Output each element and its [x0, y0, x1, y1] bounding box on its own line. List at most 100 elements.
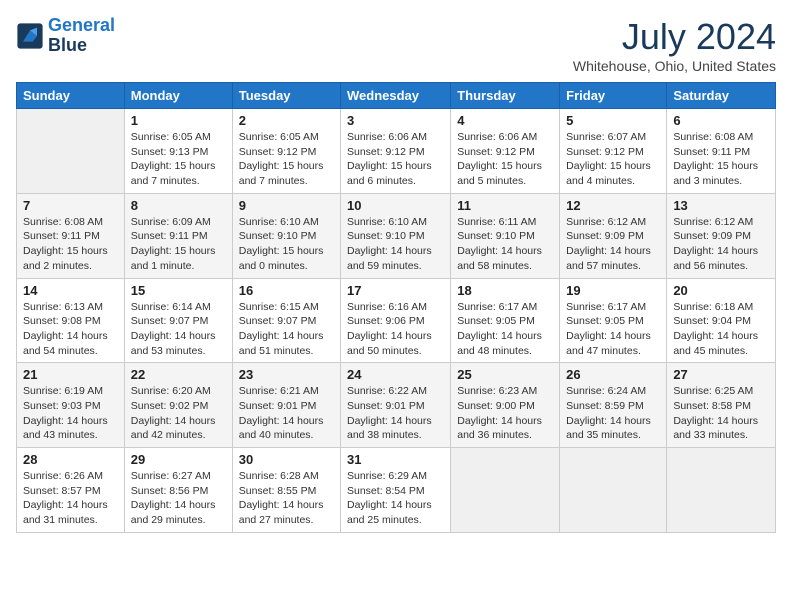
calendar-cell: 10 Sunrise: 6:10 AMSunset: 9:10 PMDayligh… — [341, 193, 451, 278]
day-number: 29 — [131, 452, 226, 467]
day-number: 23 — [239, 367, 334, 382]
calendar-cell: 30 Sunrise: 6:28 AMSunset: 8:55 PMDayligh… — [232, 448, 340, 533]
calendar-cell: 28Sunrise: 6:26 AMSunset: 8:57 PMDayligh… — [17, 448, 125, 533]
day-info: Sunrise: 6:29 AMSunset: 8:54 PMDaylight:… — [347, 469, 444, 528]
day-number: 10 — [347, 198, 444, 213]
day-number: 27 — [673, 367, 769, 382]
day-info: Sunrise: 6:23 AMSunset: 9:00 PMDaylight:… — [457, 384, 553, 443]
weekday-header: Saturday — [667, 83, 776, 109]
calendar-cell: 9 Sunrise: 6:10 AMSunset: 9:10 PMDaylight… — [232, 193, 340, 278]
day-info: Sunrise: 6:15 AMSunset: 9:07 PMDaylight:… — [239, 300, 334, 359]
day-info: Sunrise: 6:18 AMSunset: 9:04 PMDaylight:… — [673, 300, 769, 359]
weekday-header: Thursday — [451, 83, 560, 109]
calendar-cell: 24 Sunrise: 6:22 AMSunset: 9:01 PMDayligh… — [341, 363, 451, 448]
calendar-cell: 27 Sunrise: 6:25 AMSunset: 8:58 PMDayligh… — [667, 363, 776, 448]
day-info: Sunrise: 6:24 AMSunset: 8:59 PMDaylight:… — [566, 384, 660, 443]
day-number: 30 — [239, 452, 334, 467]
calendar-cell: 26Sunrise: 6:24 AMSunset: 8:59 PMDayligh… — [560, 363, 667, 448]
day-info: Sunrise: 6:05 AMSunset: 9:13 PMDaylight:… — [131, 130, 226, 189]
day-info: Sunrise: 6:13 AMSunset: 9:08 PMDaylight:… — [23, 300, 118, 359]
day-number: 3 — [347, 113, 444, 128]
title-block: July 2024 Whitehouse, Ohio, United State… — [573, 16, 776, 74]
calendar-cell: 3Sunrise: 6:06 AMSunset: 9:12 PMDaylight… — [341, 109, 451, 194]
weekday-header: Sunday — [17, 83, 125, 109]
logo-icon — [16, 22, 44, 50]
calendar-cell: 15 Sunrise: 6:14 AMSunset: 9:07 PMDayligh… — [124, 278, 232, 363]
day-info: Sunrise: 6:17 AMSunset: 9:05 PMDaylight:… — [457, 300, 553, 359]
calendar-cell: 2Sunrise: 6:05 AMSunset: 9:12 PMDaylight… — [232, 109, 340, 194]
day-number: 24 — [347, 367, 444, 382]
calendar-header: SundayMondayTuesdayWednesdayThursdayFrid… — [17, 83, 776, 109]
day-number: 12 — [566, 198, 660, 213]
calendar-cell: 6Sunrise: 6:08 AMSunset: 9:11 PMDaylight… — [667, 109, 776, 194]
calendar-cell: 5 Sunrise: 6:07 AMSunset: 9:12 PMDaylight… — [560, 109, 667, 194]
day-number: 20 — [673, 283, 769, 298]
page-header: General Blue July 2024 Whitehouse, Ohio,… — [16, 16, 776, 74]
logo-text: General Blue — [48, 16, 115, 56]
day-info: Sunrise: 6:25 AMSunset: 8:58 PMDaylight:… — [673, 384, 769, 443]
day-number: 14 — [23, 283, 118, 298]
day-number: 16 — [239, 283, 334, 298]
day-number: 1 — [131, 113, 226, 128]
day-info: Sunrise: 6:11 AMSunset: 9:10 PMDaylight:… — [457, 215, 553, 274]
day-number: 21 — [23, 367, 118, 382]
day-number: 9 — [239, 198, 334, 213]
calendar-cell: 7Sunrise: 6:08 AMSunset: 9:11 PMDaylight… — [17, 193, 125, 278]
calendar-body: 1 Sunrise: 6:05 AMSunset: 9:13 PMDaylight… — [17, 109, 776, 533]
day-number: 15 — [131, 283, 226, 298]
calendar-cell — [451, 448, 560, 533]
calendar-cell: 8Sunrise: 6:09 AMSunset: 9:11 PMDaylight… — [124, 193, 232, 278]
day-info: Sunrise: 6:16 AMSunset: 9:06 PMDaylight:… — [347, 300, 444, 359]
weekday-header: Tuesday — [232, 83, 340, 109]
calendar-cell: 4 Sunrise: 6:06 AMSunset: 9:12 PMDaylight… — [451, 109, 560, 194]
day-number: 4 — [457, 113, 553, 128]
calendar-cell: 11Sunrise: 6:11 AMSunset: 9:10 PMDayligh… — [451, 193, 560, 278]
day-info: Sunrise: 6:17 AMSunset: 9:05 PMDaylight:… — [566, 300, 660, 359]
calendar-week: 7Sunrise: 6:08 AMSunset: 9:11 PMDaylight… — [17, 193, 776, 278]
calendar-cell: 16 Sunrise: 6:15 AMSunset: 9:07 PMDayligh… — [232, 278, 340, 363]
day-number: 5 — [566, 113, 660, 128]
day-info: Sunrise: 6:12 AMSunset: 9:09 PMDaylight:… — [673, 215, 769, 274]
calendar-cell: 21 Sunrise: 6:19 AMSunset: 9:03 PMDayligh… — [17, 363, 125, 448]
calendar-cell — [667, 448, 776, 533]
calendar-cell: 20 Sunrise: 6:18 AMSunset: 9:04 PMDayligh… — [667, 278, 776, 363]
day-info: Sunrise: 6:14 AMSunset: 9:07 PMDaylight:… — [131, 300, 226, 359]
calendar-week: 21 Sunrise: 6:19 AMSunset: 9:03 PMDayligh… — [17, 363, 776, 448]
day-info: Sunrise: 6:10 AMSunset: 9:10 PMDaylight:… — [347, 215, 444, 274]
day-number: 7 — [23, 198, 118, 213]
day-number: 13 — [673, 198, 769, 213]
day-number: 22 — [131, 367, 226, 382]
day-info: Sunrise: 6:26 AMSunset: 8:57 PMDaylight:… — [23, 469, 118, 528]
calendar-cell: 25Sunrise: 6:23 AMSunset: 9:00 PMDayligh… — [451, 363, 560, 448]
calendar-cell: 17Sunrise: 6:16 AMSunset: 9:06 PMDayligh… — [341, 278, 451, 363]
weekday-header: Wednesday — [341, 83, 451, 109]
day-info: Sunrise: 6:28 AMSunset: 8:55 PMDaylight:… — [239, 469, 334, 528]
day-info: Sunrise: 6:20 AMSunset: 9:02 PMDaylight:… — [131, 384, 226, 443]
day-info: Sunrise: 6:05 AMSunset: 9:12 PMDaylight:… — [239, 130, 334, 189]
day-info: Sunrise: 6:27 AMSunset: 8:56 PMDaylight:… — [131, 469, 226, 528]
day-info: Sunrise: 6:19 AMSunset: 9:03 PMDaylight:… — [23, 384, 118, 443]
calendar-cell: 22 Sunrise: 6:20 AMSunset: 9:02 PMDayligh… — [124, 363, 232, 448]
calendar-cell: 31Sunrise: 6:29 AMSunset: 8:54 PMDayligh… — [341, 448, 451, 533]
calendar-cell: 12 Sunrise: 6:12 AMSunset: 9:09 PMDayligh… — [560, 193, 667, 278]
location: Whitehouse, Ohio, United States — [573, 58, 776, 74]
logo: General Blue — [16, 16, 115, 56]
day-info: Sunrise: 6:12 AMSunset: 9:09 PMDaylight:… — [566, 215, 660, 274]
calendar-week: 14 Sunrise: 6:13 AMSunset: 9:08 PMDayligh… — [17, 278, 776, 363]
day-info: Sunrise: 6:07 AMSunset: 9:12 PMDaylight:… — [566, 130, 660, 189]
day-info: Sunrise: 6:06 AMSunset: 9:12 PMDaylight:… — [457, 130, 553, 189]
calendar-cell — [560, 448, 667, 533]
weekday-header: Friday — [560, 83, 667, 109]
day-info: Sunrise: 6:10 AMSunset: 9:10 PMDaylight:… — [239, 215, 334, 274]
calendar-cell: 19Sunrise: 6:17 AMSunset: 9:05 PMDayligh… — [560, 278, 667, 363]
calendar-cell: 14 Sunrise: 6:13 AMSunset: 9:08 PMDayligh… — [17, 278, 125, 363]
day-info: Sunrise: 6:22 AMSunset: 9:01 PMDaylight:… — [347, 384, 444, 443]
day-info: Sunrise: 6:09 AMSunset: 9:11 PMDaylight:… — [131, 215, 226, 274]
calendar-cell: 13 Sunrise: 6:12 AMSunset: 9:09 PMDayligh… — [667, 193, 776, 278]
calendar-cell: 18Sunrise: 6:17 AMSunset: 9:05 PMDayligh… — [451, 278, 560, 363]
day-number: 6 — [673, 113, 769, 128]
calendar-table: SundayMondayTuesdayWednesdayThursdayFrid… — [16, 82, 776, 533]
month-title: July 2024 — [573, 16, 776, 58]
day-info: Sunrise: 6:21 AMSunset: 9:01 PMDaylight:… — [239, 384, 334, 443]
calendar-cell: 1 Sunrise: 6:05 AMSunset: 9:13 PMDaylight… — [124, 109, 232, 194]
